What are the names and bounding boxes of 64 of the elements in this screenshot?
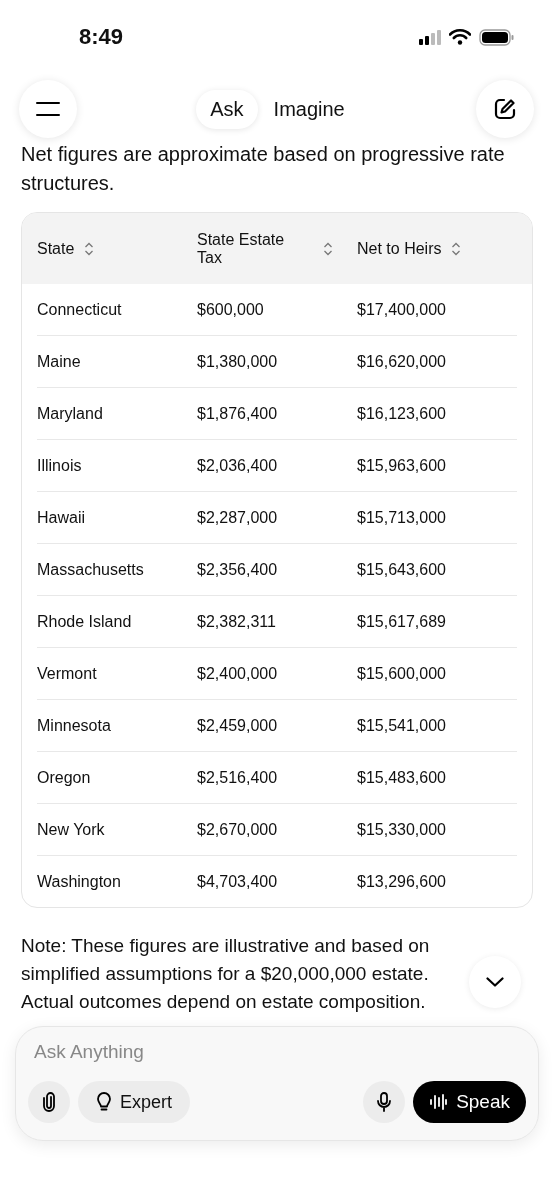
table-cell-text: $600,000 [197, 300, 265, 319]
lightbulb-icon [96, 1092, 112, 1112]
column-header[interactable]: State Estate Tax [197, 230, 357, 267]
intro-text: Net figures are approximate based on progressive rate structures. [21, 142, 506, 196]
mode-tab[interactable]: Ask [196, 89, 258, 129]
table-cell-text: Washington [37, 872, 122, 891]
table-cell-text: $2,459,000 [197, 716, 279, 735]
table-cell: $15,963,600 [357, 456, 446, 475]
table-cell-text: $2,670,000 [197, 820, 279, 839]
battery-icon [479, 28, 515, 46]
table-cell-text: $2,516,400 [197, 768, 279, 787]
table-cell-text: Minnesota [37, 716, 112, 735]
expert-button[interactable]: Expert [78, 1081, 191, 1123]
paperclip-icon [42, 1092, 56, 1112]
table-cell: $16,123,600 [357, 404, 446, 423]
speak-button[interactable]: Speak [413, 1081, 526, 1123]
mode-tab[interactable]: Imagine [259, 89, 359, 129]
sort-icon [323, 241, 333, 256]
table-cell: $17,400,000 [357, 300, 446, 319]
table-cell-text: Illinois [37, 456, 83, 475]
table-cell-text: $2,400,000 [197, 664, 279, 683]
table-cell-text: Maine [37, 352, 82, 371]
table-cell-text: $2,382,311 [197, 612, 277, 631]
table-cell-text: Massachusetts [37, 560, 145, 579]
table-cell: $15,330,000 [357, 820, 446, 839]
table-cell-text: Maryland [37, 404, 104, 423]
edit-icon [493, 97, 517, 121]
table-cell: $15,643,600 [357, 560, 446, 579]
new-chat-button[interactable] [476, 80, 534, 138]
menu-button[interactable] [19, 80, 77, 138]
waveform-icon [429, 1094, 448, 1110]
microphone-icon [377, 1092, 392, 1112]
wifi-icon [449, 29, 471, 45]
table-cell: $15,483,600 [357, 768, 446, 787]
attach-button[interactable] [28, 1081, 70, 1123]
table-cell-text: New York [37, 820, 106, 839]
table-cell-text: Oregon [37, 768, 92, 787]
table-cell: $15,541,000 [357, 716, 446, 735]
table-cell-text: Rhode Island [37, 612, 133, 631]
table-cell-text: $2,036,400 [197, 456, 279, 475]
note-text: Note: These figures are illustrative and based on simplified assumptions for a $20,000,000 estate. Actual outcomes depend on estate composition. [21, 934, 431, 1014]
ask-input[interactable]: Ask Anything [28, 1037, 340, 1067]
table-cell-text: Connecticut [37, 300, 123, 319]
table-cell: $15,617,689 [357, 612, 446, 631]
menu-icon [36, 102, 60, 116]
table-cell-text: $1,876,400 [197, 404, 279, 423]
table-cell: $15,600,000 [357, 664, 446, 683]
table-cell-text: $1,380,000 [197, 352, 279, 371]
sort-icon [84, 241, 95, 256]
table-cell-text: Vermont [37, 664, 98, 683]
sort-icon [451, 241, 462, 256]
column-header[interactable]: State [37, 239, 197, 258]
table-cell: $13,296,600 [357, 872, 446, 891]
table-cell: $16,620,000 [357, 352, 446, 371]
table-cell-text: $2,287,000 [197, 508, 279, 527]
status-time: 8:49 [79, 24, 124, 50]
signal-icon [419, 29, 441, 45]
microphone-button[interactable] [363, 1081, 406, 1123]
table-cell-text: $4,703,400 [197, 872, 279, 891]
table-cell-text: $2,356,400 [197, 560, 279, 579]
column-header[interactable]: Net to Heirs [357, 239, 462, 258]
table-cell: $15,713,000 [357, 508, 446, 527]
chevron-down-icon [486, 977, 504, 987]
table-cell-text: Hawaii [37, 508, 86, 527]
